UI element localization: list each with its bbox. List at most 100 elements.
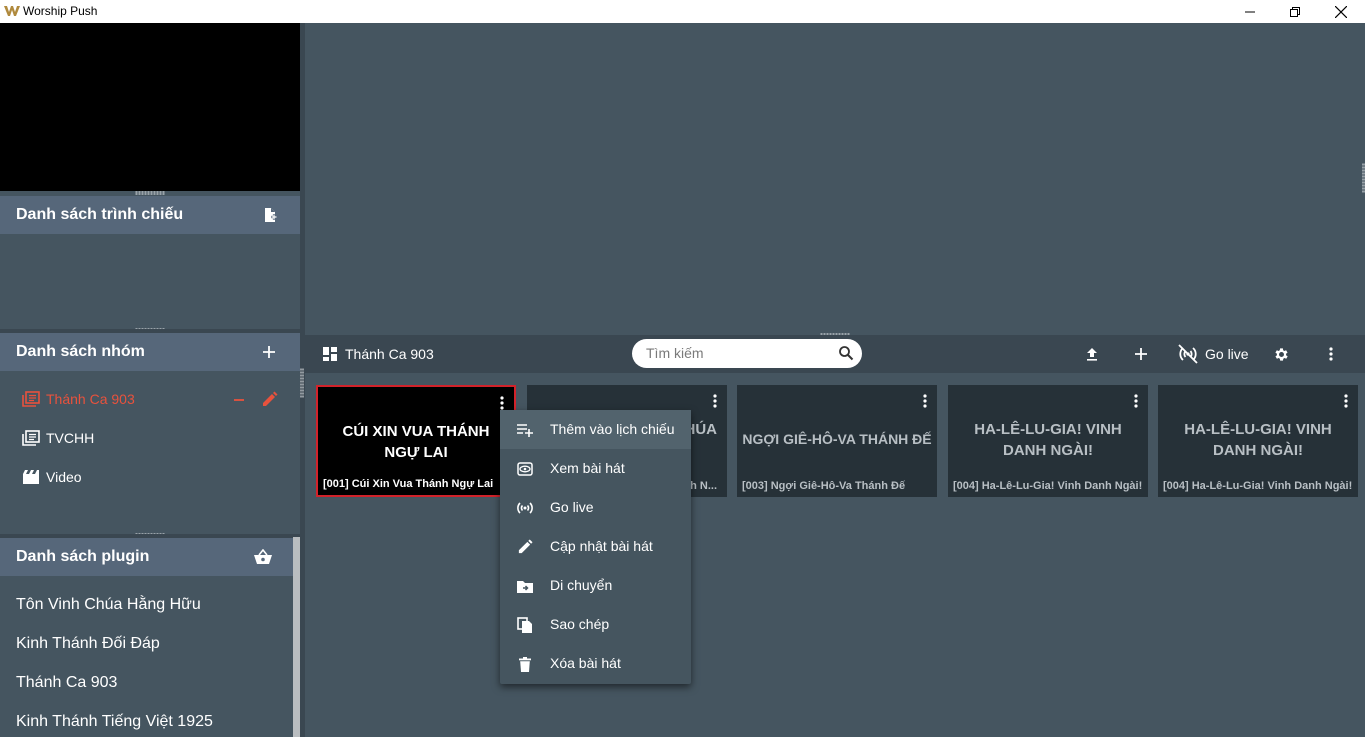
go-live-label: Go live — [1205, 346, 1249, 362]
search-box[interactable] — [632, 339, 862, 368]
group-title: Thánh Ca 903 — [345, 346, 434, 362]
more-vert-icon — [1329, 347, 1333, 361]
playlist-add-icon — [517, 424, 533, 437]
plugin-item[interactable]: Tôn Vinh Chúa Hằng Hữu — [16, 596, 201, 614]
menu-item-delete-song[interactable]: Xóa bài hát — [500, 644, 691, 683]
plugin-store-button[interactable] — [253, 547, 273, 567]
stage-preview — [305, 23, 1365, 333]
app-logo-icon — [4, 6, 20, 16]
add-group-button[interactable] — [259, 342, 279, 362]
remove-group-button[interactable] — [232, 393, 246, 407]
window-title: Worship Push — [23, 4, 98, 18]
copy-icon — [517, 616, 532, 633]
folder-move-icon — [517, 581, 533, 593]
close-icon — [1335, 5, 1347, 18]
song-card-title: CÚI XIN VUA THÁNH NGỰ LAI — [342, 423, 490, 461]
song-card-caption: [001] Cúi Xin Vua Thánh Ngự Lai — [323, 478, 494, 490]
plugin-item[interactable]: Kinh Thánh Đối Đáp — [16, 635, 160, 653]
song-card[interactable]: HA-LÊ-LU-GIA! VINH DANH NGÀI! [004] Ha-L… — [1158, 385, 1358, 497]
plus-icon — [263, 346, 275, 358]
upload-button[interactable] — [1082, 344, 1102, 364]
left-sidebar: Danh sách trình chiếu Danh sách nhóm Thá… — [0, 23, 300, 737]
group-item-label: Thánh Ca 903 — [46, 391, 135, 407]
menu-item-label: Sao chép — [550, 616, 610, 632]
more-vert-icon[interactable] — [713, 394, 717, 408]
more-vert-icon[interactable] — [923, 394, 927, 408]
minimize-icon — [1245, 11, 1255, 12]
restore-button[interactable] — [1272, 0, 1318, 23]
menu-item-label: Xem bài hát — [550, 460, 625, 476]
new-presentation-button[interactable] — [260, 205, 280, 225]
menu-item-label: Di chuyển — [550, 577, 613, 593]
songs-toolbar: Thánh Ca 903 Go live — [305, 335, 1365, 373]
live-preview — [0, 23, 300, 191]
close-button[interactable] — [1318, 0, 1364, 23]
add-song-button[interactable] — [1131, 344, 1151, 364]
song-card-caption: [004] Ha-Lê-Lu-Gia! Vinh Danh Ngài! — [1163, 480, 1353, 492]
groups-panel-title: Danh sách nhóm — [16, 343, 145, 360]
settings-button[interactable] — [1271, 344, 1291, 364]
song-card-title: NGỢI GIÊ-HÔ-VA THÁNH ĐẾ — [742, 431, 932, 447]
plugin-item[interactable]: Kinh Thánh Tiếng Việt 1925 — [16, 713, 213, 731]
more-options-button[interactable] — [1321, 344, 1341, 364]
group-item-tvchh[interactable]: TVCHH — [0, 420, 300, 456]
menu-item-add-to-schedule[interactable]: Thêm vào lịch chiếu — [500, 410, 691, 449]
menu-item-label: Go live — [550, 499, 594, 515]
pencil-icon — [518, 539, 533, 554]
group-item-video[interactable]: Video — [0, 459, 300, 495]
resize-handle[interactable] — [135, 191, 165, 195]
file-add-icon — [265, 208, 277, 222]
resize-handle[interactable] — [300, 368, 304, 398]
song-card[interactable]: NGỢI GIÊ-HÔ-VA THÁNH ĐẾ [003] Ngợi Giê-H… — [737, 385, 937, 497]
search-icon — [839, 346, 854, 361]
song-card-caption: h N... — [690, 480, 717, 492]
movie-icon — [23, 470, 39, 484]
menu-item-update-song[interactable]: Cập nhật bài hát — [500, 527, 691, 566]
minimize-button[interactable] — [1227, 0, 1273, 23]
more-vert-icon[interactable] — [1134, 394, 1138, 408]
go-live-toggle[interactable]: Go live — [1177, 344, 1249, 364]
dashboard-icon — [323, 347, 337, 361]
presentation-panel-title: Danh sách trình chiếu — [16, 206, 184, 223]
main-area — [305, 23, 1365, 737]
group-item-thanh-ca-903[interactable]: Thánh Ca 903 — [0, 381, 300, 417]
menu-item-move[interactable]: Di chuyển — [500, 566, 691, 605]
menu-item-label: Xóa bài hát — [550, 655, 621, 671]
edit-group-button[interactable] — [261, 391, 278, 408]
restore-icon — [1290, 6, 1300, 17]
plugins-scrollbar[interactable] — [293, 537, 300, 737]
plugin-item[interactable]: Thánh Ca 903 — [16, 674, 117, 692]
basket-icon — [254, 549, 272, 564]
broadcast-icon — [517, 502, 533, 514]
minus-icon — [234, 399, 244, 401]
pencil-icon — [263, 391, 278, 406]
plugins-panel-title: Danh sách plugin — [16, 548, 150, 565]
gear-icon — [1274, 347, 1288, 361]
song-card-title: HA-LÊ-LU-GIA! VINH DANH NGÀI! — [974, 421, 1122, 459]
song-card-caption: [003] Ngợi Giê-Hô-Va Thánh Đế — [742, 480, 906, 492]
group-item-label: TVCHH — [46, 430, 95, 446]
song-card[interactable]: CÚI XIN VUA THÁNH NGỰ LAI [001] Cúi Xin … — [316, 385, 516, 497]
search-input[interactable] — [646, 345, 826, 361]
library-icon — [22, 430, 40, 446]
trash-icon — [519, 656, 531, 672]
group-item-label: Video — [46, 469, 82, 485]
song-card-title: HA-LÊ-LU-GIA! VINH DANH NGÀI! — [1184, 421, 1332, 459]
title-bar: Worship Push — [0, 0, 1365, 23]
more-vert-icon[interactable] — [1344, 394, 1348, 408]
plus-icon — [1135, 348, 1147, 360]
broadcast-off-icon — [1178, 344, 1198, 364]
groups-panel-header: Danh sách nhóm — [0, 333, 300, 371]
menu-item-view-song[interactable]: Xem bài hát — [500, 449, 691, 488]
song-card-caption: [004] Ha-Lê-Lu-Gia! Vinh Danh Ngài! — [953, 480, 1143, 492]
eye-icon — [517, 462, 533, 476]
menu-item-label: Cập nhật bài hát — [550, 538, 653, 554]
menu-item-go-live[interactable]: Go live — [500, 488, 691, 527]
menu-item-copy[interactable]: Sao chép — [500, 605, 691, 644]
more-vert-icon[interactable] — [500, 396, 504, 410]
menu-item-label: Thêm vào lịch chiếu — [550, 421, 675, 437]
presentation-panel-header: Danh sách trình chiếu — [0, 196, 300, 234]
library-icon — [22, 391, 40, 407]
plugins-panel-header: Danh sách plugin — [0, 538, 293, 576]
song-card[interactable]: HA-LÊ-LU-GIA! VINH DANH NGÀI! [004] Ha-L… — [948, 385, 1148, 497]
